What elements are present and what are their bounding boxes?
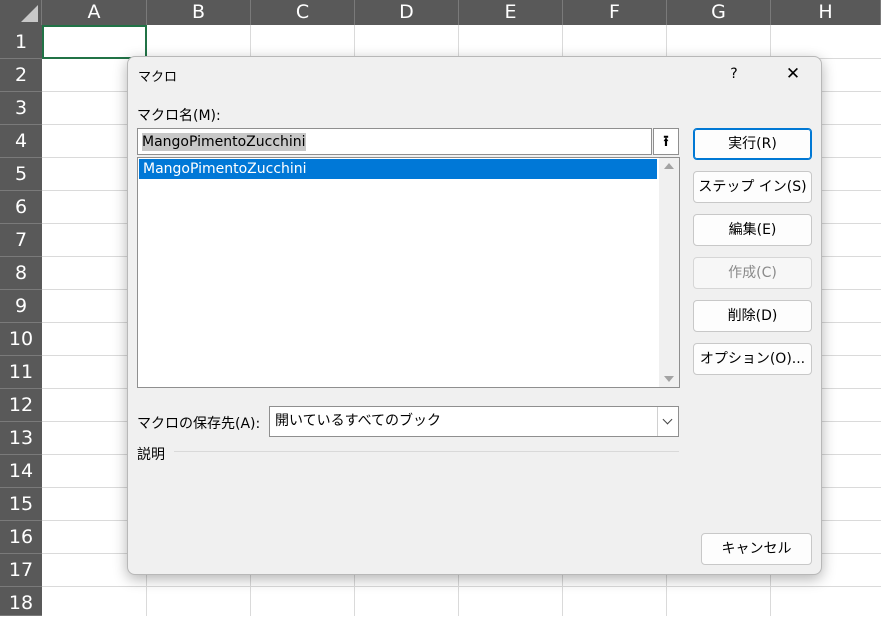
row-header-3[interactable]: 3 [0, 92, 42, 125]
scroll-up-icon[interactable] [664, 163, 674, 169]
row-header-17[interactable]: 17 [0, 554, 42, 587]
description-label: 説明 [137, 447, 165, 463]
cancel-button[interactable]: キャンセル [701, 533, 812, 565]
row-header-7[interactable]: 7 [0, 224, 42, 257]
column-header-d[interactable]: D [355, 0, 459, 25]
select-all-corner[interactable] [0, 0, 42, 25]
macro-dialog: マクロ ? ✕ マクロ名(M): MangoPimentoZucchini ⭱ … [127, 56, 822, 575]
dialog-title: マクロ [138, 70, 178, 85]
location-select[interactable]: 開いているすべてのブック [269, 406, 679, 437]
location-label: マクロの保存先(A): [137, 416, 261, 432]
column-header-a[interactable]: A [42, 0, 147, 25]
row-header-2[interactable]: 2 [0, 59, 42, 92]
macro-list[interactable]: MangoPimentoZucchini [137, 157, 680, 388]
up-arrow-icon[interactable]: ⭱ [653, 128, 679, 155]
list-item[interactable]: MangoPimentoZucchini [139, 159, 657, 179]
column-header-c[interactable]: C [251, 0, 355, 25]
row-header-13[interactable]: 13 [0, 422, 42, 455]
column-header-e[interactable]: E [459, 0, 563, 25]
macro-name-value: MangoPimentoZucchini [142, 133, 306, 151]
column-header-b[interactable]: B [147, 0, 251, 25]
row-header-11[interactable]: 11 [0, 356, 42, 389]
options-button[interactable]: オプション(O)... [693, 343, 812, 375]
column-header-f[interactable]: F [563, 0, 667, 25]
gridline [42, 586, 881, 587]
close-icon[interactable]: ✕ [778, 61, 808, 87]
description-divider [174, 451, 679, 452]
row-header-8[interactable]: 8 [0, 257, 42, 290]
macro-name-input[interactable]: MangoPimentoZucchini [137, 128, 652, 155]
row-header-4[interactable]: 4 [0, 125, 42, 158]
macro-name-label: マクロ名(M): [137, 108, 221, 124]
scroll-down-icon[interactable] [664, 376, 674, 382]
list-scrollbar[interactable] [659, 158, 679, 387]
edit-button[interactable]: 編集(E) [693, 214, 812, 246]
row-header-9[interactable]: 9 [0, 290, 42, 323]
active-cell-a1[interactable] [42, 25, 147, 59]
run-button[interactable]: 実行(R) [693, 128, 812, 160]
location-value: 開いているすべてのブック [275, 413, 442, 429]
step-in-button[interactable]: ステップ イン(S) [693, 171, 812, 203]
row-header-18[interactable]: 18 [0, 587, 42, 616]
row-header-10[interactable]: 10 [0, 323, 42, 356]
chevron-down-icon[interactable] [657, 407, 678, 436]
column-header-g[interactable]: G [667, 0, 771, 25]
column-header-h[interactable]: H [771, 0, 881, 25]
row-header-12[interactable]: 12 [0, 389, 42, 422]
row-header-6[interactable]: 6 [0, 191, 42, 224]
delete-button[interactable]: 削除(D) [693, 300, 812, 332]
row-header-5[interactable]: 5 [0, 158, 42, 191]
create-button[interactable]: 作成(C) [693, 257, 812, 289]
help-button[interactable]: ? [724, 63, 744, 85]
row-header-16[interactable]: 16 [0, 521, 42, 554]
row-header-1[interactable]: 1 [0, 25, 42, 59]
row-header-15[interactable]: 15 [0, 488, 42, 521]
row-header-14[interactable]: 14 [0, 455, 42, 488]
